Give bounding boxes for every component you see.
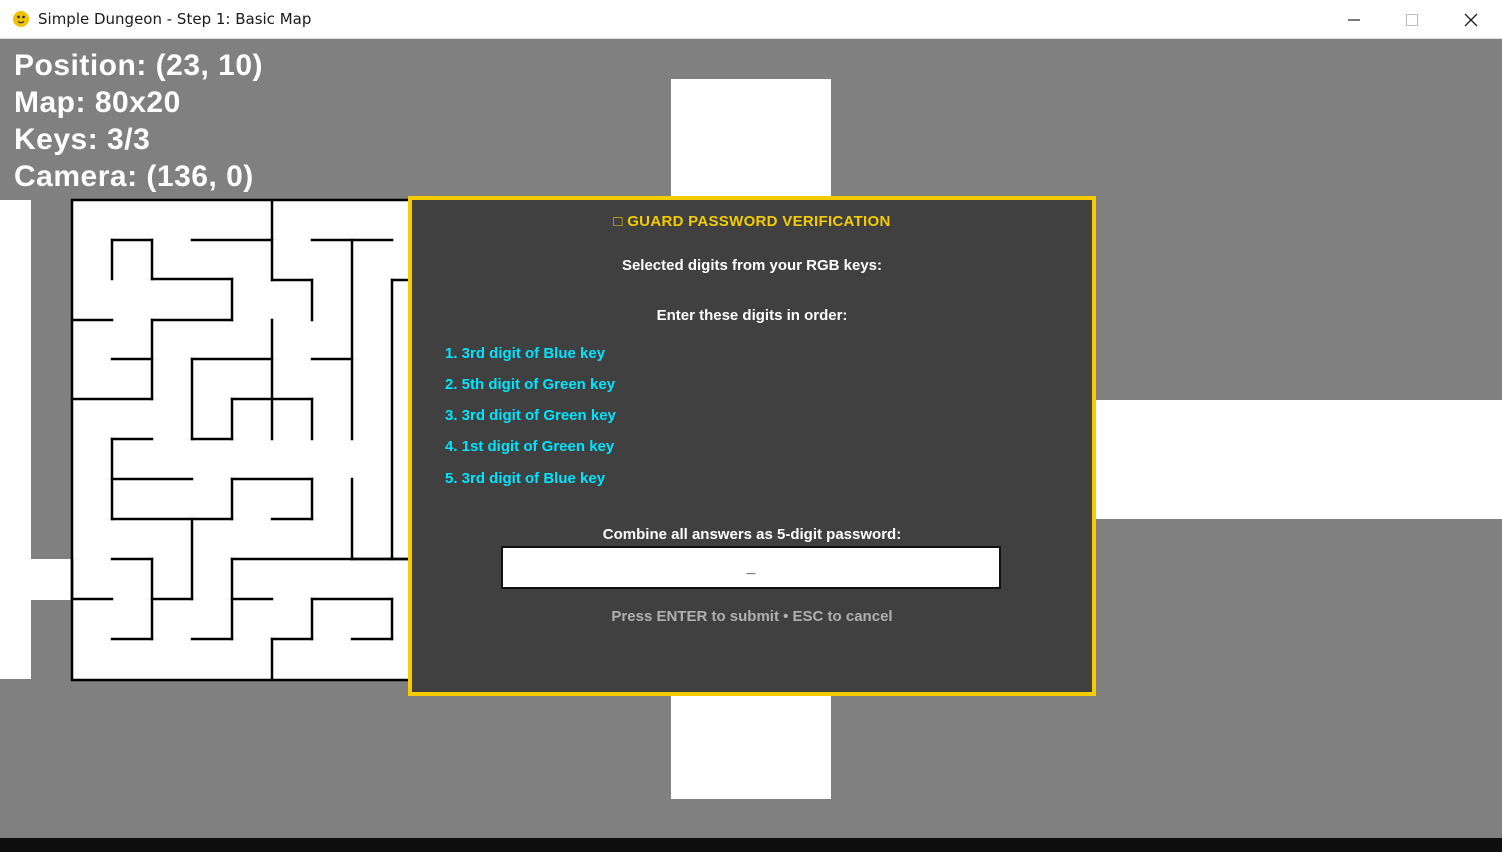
maximize-button[interactable] bbox=[1383, 0, 1441, 39]
hud-keys: Keys: 3/3 bbox=[14, 123, 151, 156]
dialog-title: □ GUARD PASSWORD VERIFICATION bbox=[613, 213, 891, 230]
dialog-instruction: Enter these digits in order: bbox=[656, 307, 848, 324]
password-input[interactable]: _ bbox=[501, 546, 1001, 589]
hud-map-size: Map: 80x20 bbox=[14, 86, 181, 119]
window-title: Simple Dungeon - Step 1: Basic Map bbox=[38, 10, 312, 28]
hud-camera: Camera: (136, 0) bbox=[14, 160, 254, 193]
close-button[interactable] bbox=[1442, 0, 1500, 39]
digit-item: 3. 3rd digit of Green key bbox=[445, 407, 616, 424]
combine-label: Combine all answers as 5-digit password: bbox=[602, 526, 902, 543]
game-canvas[interactable]: Position: (23, 10) Map: 80x20 Keys: 3/3 … bbox=[0, 39, 1502, 838]
minimize-button[interactable] bbox=[1325, 0, 1383, 39]
dialog-subtitle: Selected digits from your RGB keys: bbox=[621, 257, 883, 274]
digit-item: 2. 5th digit of Green key bbox=[445, 376, 616, 393]
digit-item: 4. 1st digit of Green key bbox=[445, 438, 615, 455]
minimize-icon bbox=[1348, 18, 1360, 21]
digit-item: 1. 3rd digit of Blue key bbox=[445, 345, 606, 362]
window-titlebar: Simple Dungeon - Step 1: Basic Map bbox=[0, 0, 1502, 39]
password-dialog: □ GUARD PASSWORD VERIFICATION Selected d… bbox=[408, 196, 1096, 696]
python-snake-icon bbox=[13, 11, 29, 27]
window-bottom-edge bbox=[0, 838, 1502, 852]
dialog-hint: Press ENTER to submit • ESC to cancel bbox=[611, 608, 893, 625]
maximize-icon bbox=[1406, 13, 1418, 26]
close-icon bbox=[1464, 13, 1478, 26]
digit-item: 5. 3rd digit of Blue key bbox=[445, 470, 606, 487]
hud-position: Position: (23, 10) bbox=[14, 49, 264, 82]
